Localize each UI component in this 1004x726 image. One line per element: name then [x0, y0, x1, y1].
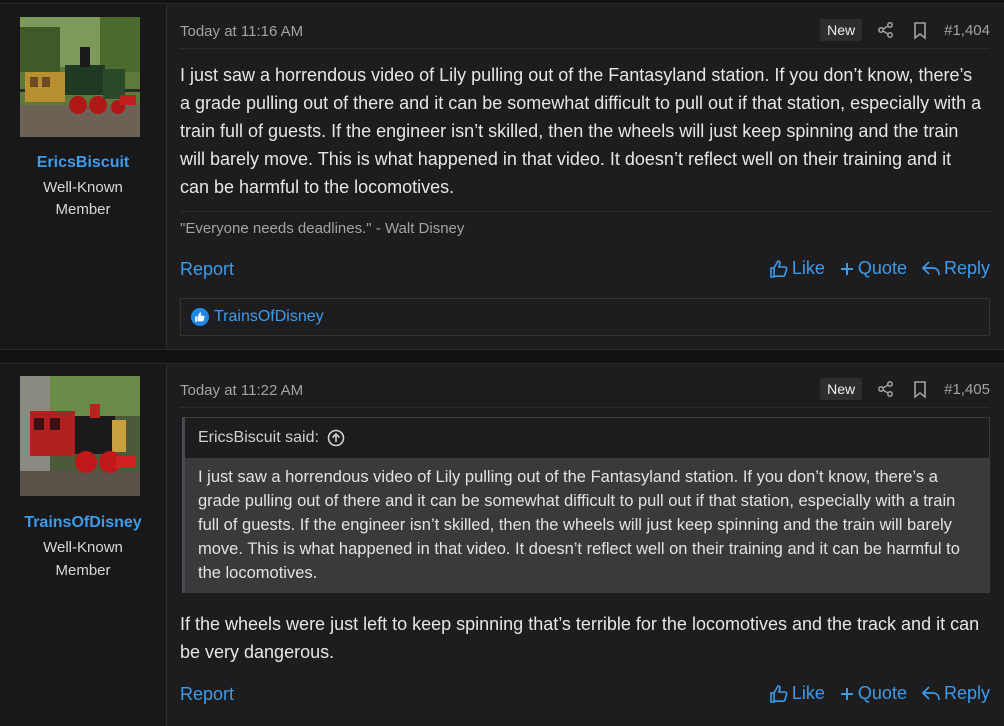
- signature-divider: [180, 211, 990, 212]
- post-actions: Like Quote Reply: [755, 683, 990, 704]
- header-divider: [180, 48, 990, 49]
- thumbs-up-icon: [770, 259, 788, 278]
- avatar[interactable]: [20, 376, 140, 496]
- quote-author[interactable]: EricsBiscuit said:: [198, 429, 319, 447]
- post-main: Today at 11:16 AM New #1,404 I just saw …: [180, 4, 990, 349]
- user-sidebar: EricsBiscuit Well-Known Member: [0, 4, 167, 349]
- reply-button[interactable]: Reply: [921, 258, 990, 279]
- like-label: Like: [791, 258, 825, 278]
- reply-icon: [921, 260, 940, 275]
- quote-button[interactable]: Quote: [839, 683, 907, 704]
- bookmark-icon[interactable]: [910, 20, 930, 40]
- user-title-line1: Well-Known: [43, 179, 123, 196]
- avatar[interactable]: [20, 17, 140, 137]
- reply-label: Reply: [943, 258, 990, 278]
- user-title-line2: Member: [55, 562, 111, 579]
- reaction-user-link[interactable]: TrainsOfDisney: [214, 308, 324, 326]
- post-timestamp[interactable]: Today at 11:22 AM: [180, 382, 303, 399]
- post-header-actions: New #1,404: [820, 18, 990, 42]
- post-number[interactable]: #1,404: [944, 22, 990, 39]
- username[interactable]: TrainsOfDisney: [0, 514, 166, 532]
- user-sidebar: TrainsOfDisney Well-Known Member: [0, 364, 167, 726]
- quote-body: I just saw a horrendous video of Lily pu…: [185, 459, 990, 593]
- bookmark-icon[interactable]: [910, 379, 930, 399]
- like-button[interactable]: Like: [769, 258, 825, 279]
- quote-button[interactable]: Quote: [839, 258, 907, 279]
- post-number[interactable]: #1,405: [944, 381, 990, 398]
- reply-button[interactable]: Reply: [921, 683, 990, 704]
- plus-icon: [840, 687, 853, 700]
- like-reaction-icon: [191, 308, 209, 326]
- post-body: I just saw a horrendous video of Lily pu…: [180, 65, 982, 197]
- post-actions: Like Quote Reply: [755, 258, 990, 279]
- quote-header[interactable]: EricsBiscuit said:: [185, 417, 990, 459]
- quote-label: Quote: [857, 258, 907, 278]
- post-1405: TrainsOfDisney Well-Known Member Today a…: [0, 363, 1004, 726]
- reactions-bar[interactable]: TrainsOfDisney: [180, 298, 990, 336]
- username[interactable]: EricsBiscuit: [0, 154, 166, 172]
- new-badge: New: [820, 19, 863, 41]
- share-icon[interactable]: [876, 379, 896, 399]
- post-body: If the wheels were just left to keep spi…: [180, 614, 980, 662]
- user-title-line2: Member: [55, 201, 111, 218]
- quote-block: EricsBiscuit said: I just saw a horrendo…: [182, 417, 990, 593]
- post-main: Today at 11:22 AM New #1,405 EricsBiscui…: [180, 364, 990, 726]
- like-label: Like: [791, 683, 825, 703]
- new-badge: New: [820, 378, 863, 400]
- post-header-actions: New #1,405: [820, 377, 990, 401]
- thumbs-up-icon: [770, 684, 788, 703]
- header-divider: [180, 407, 990, 408]
- share-icon[interactable]: [876, 20, 896, 40]
- plus-icon: [840, 262, 853, 275]
- report-link[interactable]: Report: [180, 684, 234, 705]
- reply-icon: [921, 685, 940, 700]
- report-link[interactable]: Report: [180, 259, 234, 280]
- quote-label: Quote: [857, 683, 907, 703]
- arrow-up-circle-icon[interactable]: [327, 429, 345, 447]
- user-title-line1: Well-Known: [43, 539, 123, 556]
- post-1404: EricsBiscuit Well-Known Member Today at …: [0, 3, 1004, 350]
- like-button[interactable]: Like: [769, 683, 825, 704]
- reply-label: Reply: [943, 683, 990, 703]
- signature: "Everyone needs deadlines." - Walt Disne…: [180, 220, 465, 237]
- post-timestamp[interactable]: Today at 11:16 AM: [180, 23, 303, 40]
